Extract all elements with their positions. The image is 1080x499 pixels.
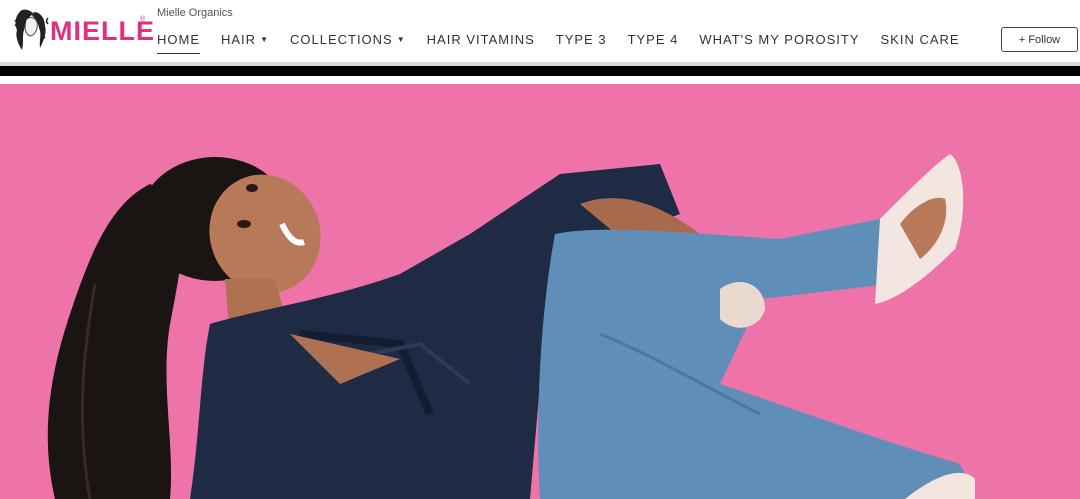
- mielle-logo[interactable]: MIELLE ®: [12, 6, 154, 52]
- nav-porosity-label: WHAT'S MY POROSITY: [699, 32, 860, 47]
- nav-hair-vitamins[interactable]: HAIR VITAMINS: [427, 32, 535, 54]
- nav-skin-care[interactable]: SKIN CARE: [880, 32, 959, 54]
- nav-type-4-label: TYPE 4: [627, 32, 679, 47]
- nav-skin-care-label: SKIN CARE: [880, 32, 960, 47]
- follow-button[interactable]: + Follow: [1001, 27, 1078, 52]
- nav-hair[interactable]: HAIR ▼: [221, 32, 269, 54]
- caret-down-icon: ▼: [260, 35, 269, 44]
- hero-model-photo: [0, 84, 1080, 499]
- nav-collections[interactable]: COLLECTIONS ▼: [290, 32, 406, 54]
- caret-down-icon: ▼: [396, 35, 406, 44]
- nav-home-label: HOME: [157, 32, 200, 47]
- spacer: [0, 76, 1080, 84]
- nav-hair-vitamins-label: HAIR VITAMINS: [426, 32, 535, 47]
- nav-type-4[interactable]: TYPE 4: [628, 32, 679, 54]
- nav-type-3[interactable]: TYPE 3: [556, 32, 607, 54]
- nav-type-3-label: TYPE 3: [555, 32, 607, 47]
- main-nav: HOME HAIR ▼ COLLECTIONS ▼ HAIR VITAMINS TY…: [157, 32, 981, 54]
- registered-mark: ®: [140, 16, 146, 23]
- nav-home[interactable]: HOME: [157, 32, 200, 54]
- hero-banner: [0, 84, 1080, 499]
- curly-hair-face-logo-icon: [14, 9, 49, 50]
- nav-collections-label: COLLECTIONS: [289, 32, 393, 47]
- nav-porosity[interactable]: WHAT'S MY POROSITY: [699, 32, 859, 54]
- nav-hair-label: HAIR: [221, 32, 257, 47]
- site-header: MIELLE ® Mielle Organics HOME HAIR ▼ COLL…: [0, 0, 1080, 62]
- black-stripe: [0, 66, 1080, 76]
- brand-name: Mielle Organics: [157, 7, 233, 19]
